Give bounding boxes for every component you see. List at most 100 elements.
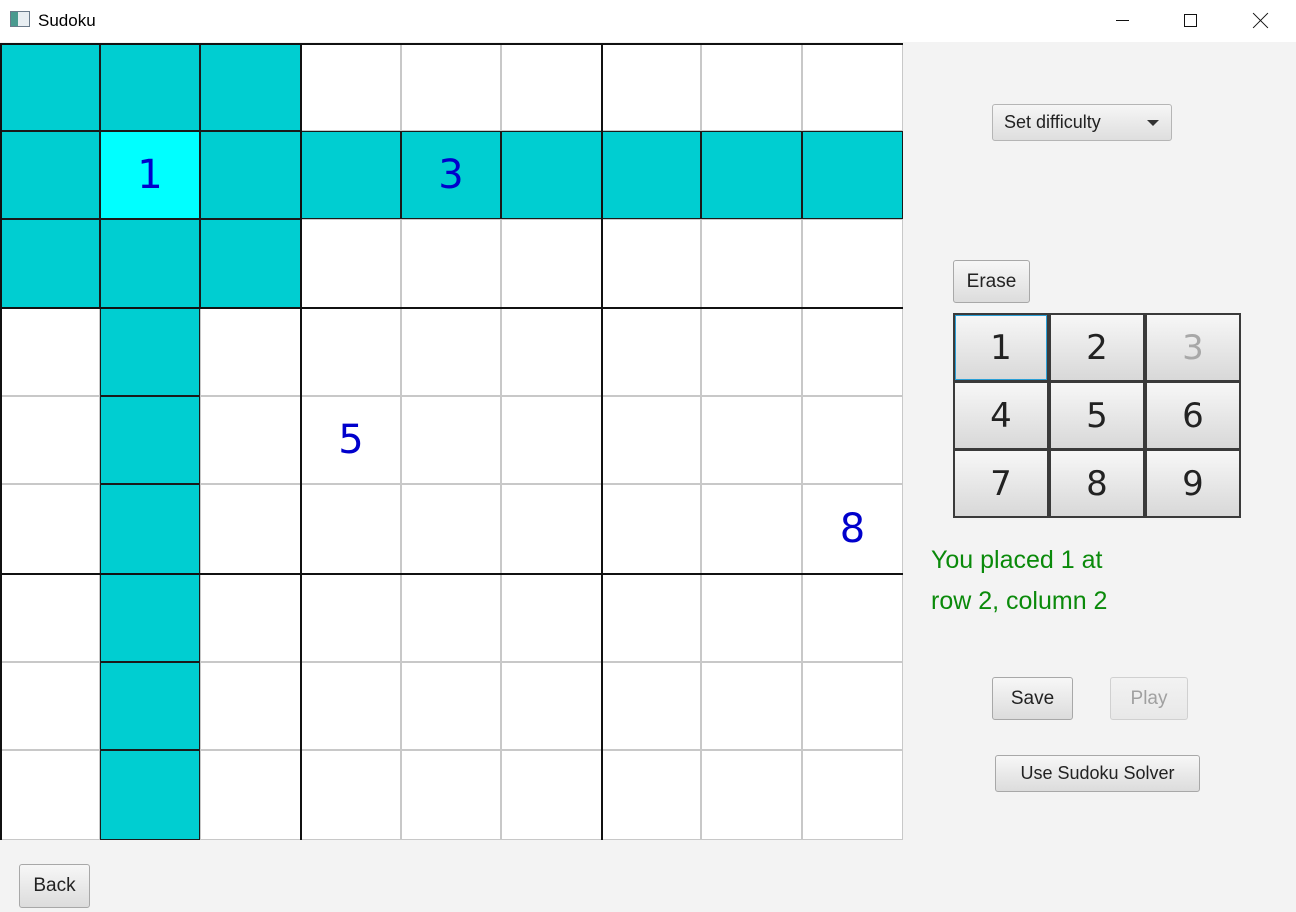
cell-r9-c8[interactable] <box>701 750 802 840</box>
number-button-2[interactable]: 2 <box>1049 313 1145 382</box>
sudoku-solver-button[interactable]: Use Sudoku Solver <box>995 755 1200 792</box>
cell-r8-c7[interactable] <box>602 662 701 750</box>
cell-r8-c4[interactable] <box>301 662 401 750</box>
cell-r9-c7[interactable] <box>602 750 701 840</box>
cell-r3-c4[interactable] <box>301 219 401 308</box>
number-button-8[interactable]: 8 <box>1049 449 1145 518</box>
cell-r7-c8[interactable] <box>701 574 802 662</box>
cell-r4-c2[interactable] <box>100 308 200 396</box>
cell-r6-c6[interactable] <box>501 484 602 574</box>
cell-r1-c1[interactable] <box>0 43 100 131</box>
back-button[interactable]: Back <box>19 864 90 908</box>
cell-r1-c6[interactable] <box>501 43 602 131</box>
cell-r7-c4[interactable] <box>301 574 401 662</box>
cell-r6-c2[interactable] <box>100 484 200 574</box>
cell-r8-c6[interactable] <box>501 662 602 750</box>
cell-r2-c1[interactable] <box>0 131 100 219</box>
number-button-1[interactable]: 1 <box>953 313 1049 382</box>
cell-r9-c2[interactable] <box>100 750 200 840</box>
cell-r4-c1[interactable] <box>0 308 100 396</box>
cell-r3-c6[interactable] <box>501 219 602 308</box>
number-button-9[interactable]: 9 <box>1145 449 1241 518</box>
cell-r9-c6[interactable] <box>501 750 602 840</box>
number-button-4[interactable]: 4 <box>953 381 1049 450</box>
cell-r3-c9[interactable] <box>802 219 903 308</box>
cell-r6-c9[interactable]: 8 <box>802 484 903 574</box>
cell-r5-c3[interactable] <box>200 396 301 484</box>
cell-r6-c8[interactable] <box>701 484 802 574</box>
cell-r5-c5[interactable] <box>401 396 501 484</box>
cell-r2-c4[interactable] <box>301 131 401 219</box>
cell-r3-c3[interactable] <box>200 219 301 308</box>
cell-r3-c1[interactable] <box>0 219 100 308</box>
cell-r7-c2[interactable] <box>100 574 200 662</box>
cell-r5-c9[interactable] <box>802 396 903 484</box>
cell-r9-c3[interactable] <box>200 750 301 840</box>
cell-r8-c2[interactable] <box>100 662 200 750</box>
cell-r4-c4[interactable] <box>301 308 401 396</box>
cell-r5-c8[interactable] <box>701 396 802 484</box>
cell-r3-c2[interactable] <box>100 219 200 308</box>
cell-r1-c2[interactable] <box>100 43 200 131</box>
cell-r7-c6[interactable] <box>501 574 602 662</box>
cell-r6-c5[interactable] <box>401 484 501 574</box>
cell-r5-c6[interactable] <box>501 396 602 484</box>
cell-r8-c1[interactable] <box>0 662 100 750</box>
cell-r4-c3[interactable] <box>200 308 301 396</box>
cell-r5-c1[interactable] <box>0 396 100 484</box>
cell-r2-c9[interactable] <box>802 131 903 219</box>
cell-r7-c3[interactable] <box>200 574 301 662</box>
maximize-button[interactable] <box>1155 0 1225 40</box>
cell-r6-c1[interactable] <box>0 484 100 574</box>
number-button-5[interactable]: 5 <box>1049 381 1145 450</box>
cell-r2-c8[interactable] <box>701 131 802 219</box>
cell-r5-c4[interactable]: 5 <box>301 396 401 484</box>
cell-r5-c7[interactable] <box>602 396 701 484</box>
cell-r7-c7[interactable] <box>602 574 701 662</box>
cell-r7-c5[interactable] <box>401 574 501 662</box>
cell-r4-c8[interactable] <box>701 308 802 396</box>
number-button-7[interactable]: 7 <box>953 449 1049 518</box>
cell-r1-c8[interactable] <box>701 43 802 131</box>
cell-r9-c5[interactable] <box>401 750 501 840</box>
cell-r7-c9[interactable] <box>802 574 903 662</box>
cell-r8-c5[interactable] <box>401 662 501 750</box>
cell-r6-c7[interactable] <box>602 484 701 574</box>
minimize-button[interactable] <box>1087 0 1157 40</box>
cell-r3-c7[interactable] <box>602 219 701 308</box>
cell-r7-c1[interactable] <box>0 574 100 662</box>
cell-r1-c7[interactable] <box>602 43 701 131</box>
difficulty-dropdown[interactable]: Set difficulty <box>992 104 1172 141</box>
cell-r4-c7[interactable] <box>602 308 701 396</box>
cell-r8-c3[interactable] <box>200 662 301 750</box>
cell-r6-c4[interactable] <box>301 484 401 574</box>
cell-r5-c2[interactable] <box>100 396 200 484</box>
cell-r8-c9[interactable] <box>802 662 903 750</box>
cell-r2-c5[interactable]: 3 <box>401 131 501 219</box>
play-button[interactable]: Play <box>1110 677 1188 720</box>
dropdown-arrow-icon <box>1147 120 1159 126</box>
cell-r9-c4[interactable] <box>301 750 401 840</box>
close-button[interactable] <box>1226 0 1296 40</box>
cell-r4-c9[interactable] <box>802 308 903 396</box>
cell-r9-c9[interactable] <box>802 750 903 840</box>
cell-r2-c2[interactable]: 1 <box>100 131 200 219</box>
cell-r1-c5[interactable] <box>401 43 501 131</box>
cell-r2-c3[interactable] <box>200 131 301 219</box>
cell-r2-c7[interactable] <box>602 131 701 219</box>
cell-r4-c6[interactable] <box>501 308 602 396</box>
cell-r1-c9[interactable] <box>802 43 903 131</box>
number-button-6[interactable]: 6 <box>1145 381 1241 450</box>
erase-button[interactable]: Erase <box>953 260 1030 303</box>
cell-r8-c8[interactable] <box>701 662 802 750</box>
cell-r3-c5[interactable] <box>401 219 501 308</box>
save-button[interactable]: Save <box>992 677 1073 720</box>
cell-r3-c8[interactable] <box>701 219 802 308</box>
cell-r6-c3[interactable] <box>200 484 301 574</box>
cell-r9-c1[interactable] <box>0 750 100 840</box>
cell-r4-c5[interactable] <box>401 308 501 396</box>
cell-r2-c6[interactable] <box>501 131 602 219</box>
cell-r1-c4[interactable] <box>301 43 401 131</box>
number-button-3[interactable]: 3 <box>1145 313 1241 382</box>
cell-r1-c3[interactable] <box>200 43 301 131</box>
